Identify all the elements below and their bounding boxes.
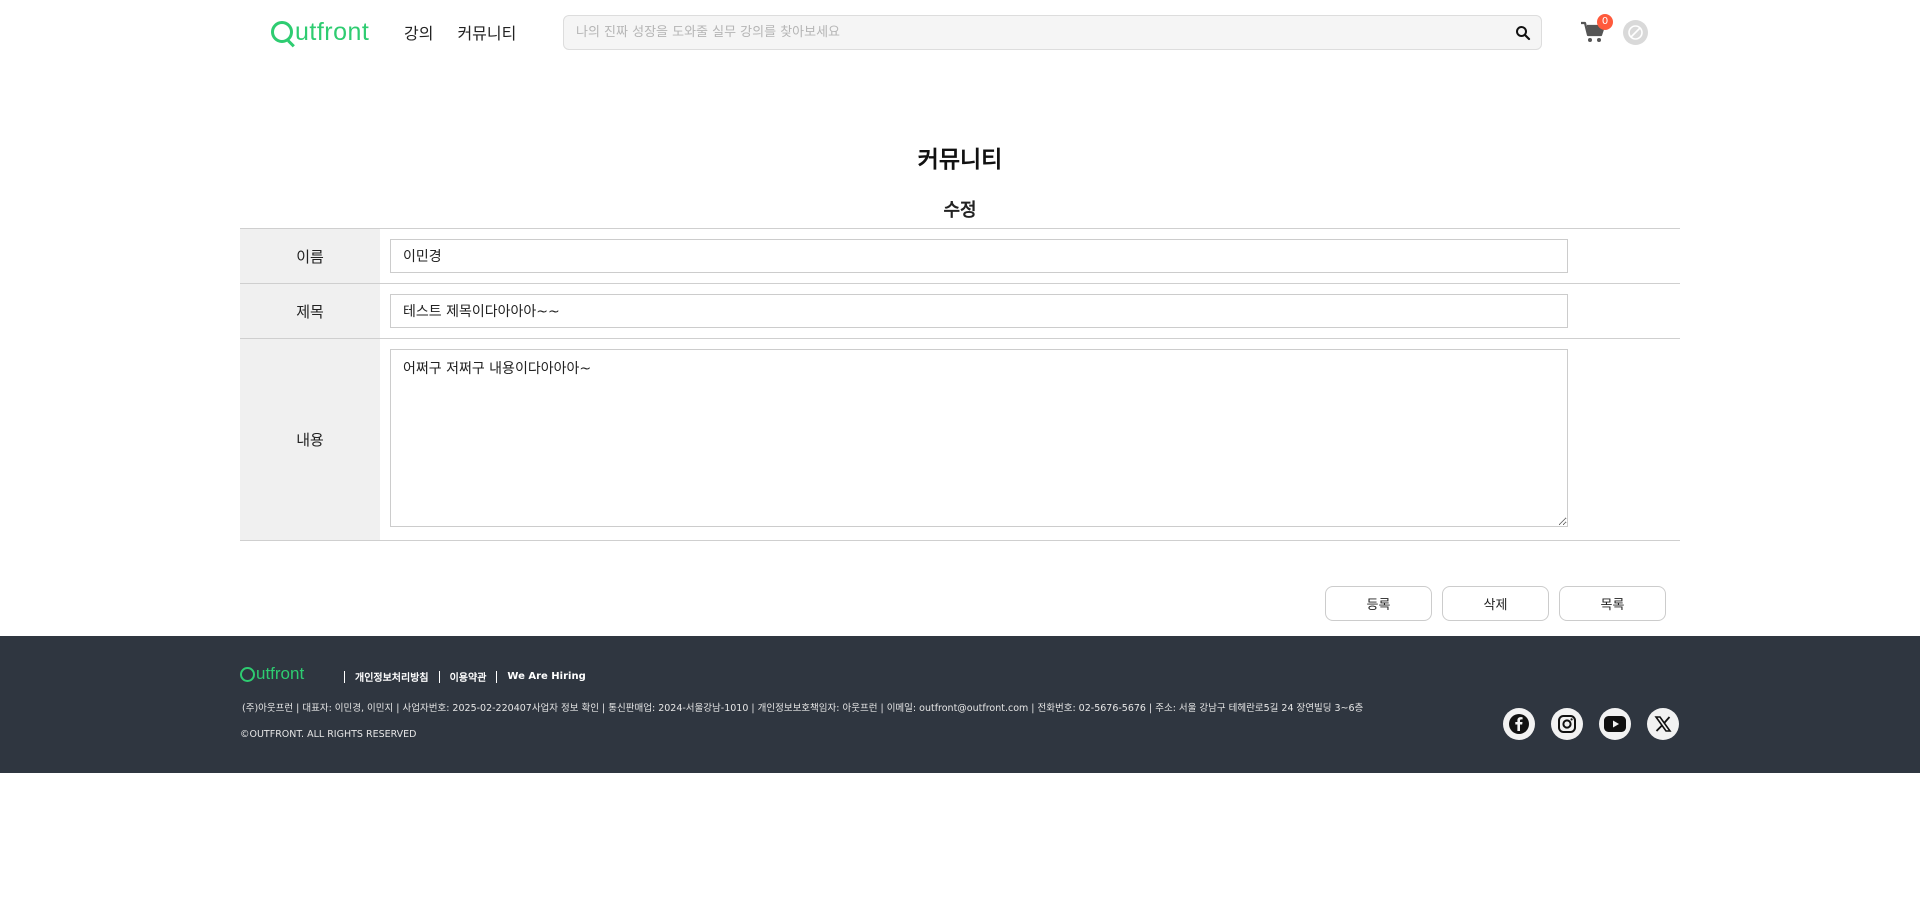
footer-link-hiring[interactable]: We Are Hiring — [507, 671, 585, 682]
company-info: (주)아웃프런 | 대표자: 이민경, 이민지 | 사업자번호: 2025-02… — [242, 703, 1364, 714]
title-label: 제목 — [240, 284, 380, 338]
title-input[interactable] — [390, 294, 1568, 328]
footer-link-privacy[interactable]: 개인정보처리방침 — [355, 669, 429, 684]
delete-button[interactable]: 삭제 — [1442, 586, 1549, 621]
avatar[interactable] — [1623, 20, 1648, 45]
instagram-icon[interactable] — [1551, 708, 1583, 740]
footer-link-terms[interactable]: 이용약관 — [450, 669, 487, 684]
youtube-icon[interactable] — [1599, 708, 1631, 740]
footer-links: 개인정보처리방침 이용약관 We Are Hiring — [334, 669, 586, 684]
page-subtitle: 수정 — [943, 200, 977, 221]
user-avatar-icon — [1628, 25, 1643, 40]
cart-count-badge: 0 — [1597, 14, 1613, 30]
submit-button[interactable]: 등록 — [1325, 586, 1432, 621]
social-links — [1503, 708, 1679, 740]
copyright: ©OUTFRONT. ALL RIGHTS RESERVED — [240, 729, 417, 740]
search-input[interactable] — [576, 16, 1476, 49]
name-input[interactable] — [390, 239, 1568, 273]
content-field-wrap: 어쩌구 저쩌구 내용이다아아아~ — [380, 339, 1680, 540]
nav-item-courses[interactable]: 강의 — [404, 20, 433, 44]
form-row-title: 제목 — [240, 284, 1680, 339]
header: utfront 강의 커뮤니티 0 — [0, 0, 1920, 64]
form-actions: 등록 삭제 목록 — [1325, 586, 1666, 621]
footer-divider — [344, 670, 345, 683]
page-title: 커뮤니티 — [917, 147, 1003, 173]
logo[interactable]: utfront — [271, 18, 369, 46]
form-row-name: 이름 — [240, 229, 1680, 284]
footer-divider — [438, 670, 440, 683]
footer: utfront 개인정보처리방침 이용약관 We Are Hiring (주)아… — [0, 636, 1920, 773]
main-nav: 강의 커뮤니티 — [404, 20, 516, 44]
search-bar — [563, 15, 1542, 50]
logo-mark-icon — [271, 21, 293, 43]
footer-logo[interactable]: utfront — [240, 664, 304, 684]
edit-form: 이름 제목 내용 어쩌구 저쩌구 내용이다아아아~ — [240, 228, 1680, 541]
content-label: 내용 — [240, 339, 380, 540]
title-field-wrap — [380, 284, 1680, 338]
content-textarea[interactable]: 어쩌구 저쩌구 내용이다아아아~ — [390, 349, 1568, 527]
nav-item-community[interactable]: 커뮤니티 — [457, 20, 516, 44]
form-row-content: 내용 어쩌구 저쩌구 내용이다아아아~ — [240, 339, 1680, 541]
list-button[interactable]: 목록 — [1559, 586, 1666, 621]
facebook-icon[interactable] — [1503, 708, 1535, 740]
x-icon[interactable] — [1647, 708, 1679, 740]
name-label: 이름 — [240, 229, 380, 283]
name-field-wrap — [380, 229, 1680, 283]
footer-divider — [496, 670, 498, 683]
footer-logo-mark-icon — [240, 666, 255, 682]
search-icon[interactable] — [1515, 25, 1531, 41]
